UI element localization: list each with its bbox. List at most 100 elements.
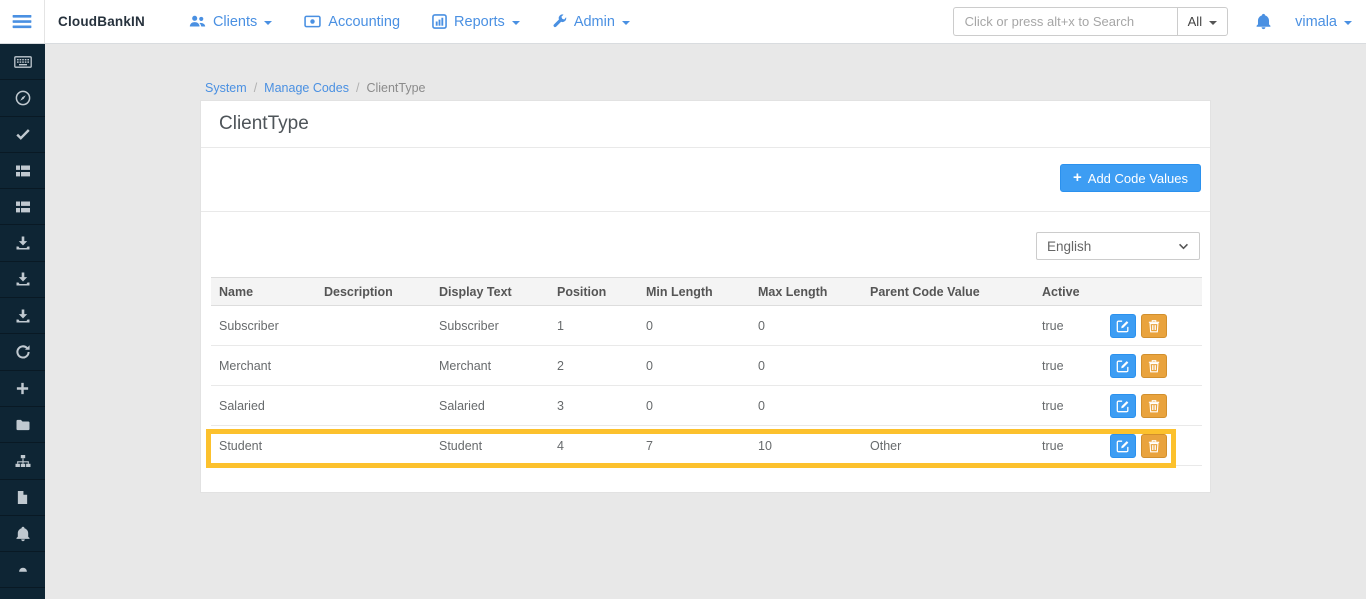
global-search: All [953, 7, 1228, 36]
breadcrumb-separator: / [254, 81, 257, 95]
breadcrumb: System / Manage Codes / ClientType [205, 81, 426, 95]
menu-item-label: Reports [454, 14, 505, 30]
table-cell: true [1034, 386, 1102, 426]
table-cell: Other [862, 426, 1034, 466]
bell-icon [15, 526, 31, 542]
left-sidebar [0, 44, 45, 599]
delete-button[interactable] [1141, 434, 1167, 458]
search-input[interactable] [953, 7, 1177, 36]
column-header-description: Description [316, 278, 431, 306]
table-cell: Subscriber [431, 306, 549, 346]
column-header-parent-code-value: Parent Code Value [862, 278, 1034, 306]
delete-button[interactable] [1141, 394, 1167, 418]
topbar-right: All vimala [953, 0, 1366, 43]
breadcrumb-item-manage-codes[interactable]: Manage Codes [264, 81, 349, 95]
sidebar-item-bell[interactable] [0, 516, 45, 552]
user-partial-icon [16, 566, 30, 573]
sidebar-item-compass[interactable] [0, 80, 45, 116]
menu-item-label: Admin [574, 14, 615, 30]
th-list-icon [15, 200, 31, 214]
breadcrumb-item-system[interactable]: System [205, 81, 247, 95]
column-header-max-length: Max Length [750, 278, 862, 306]
caret-down-icon [1209, 21, 1217, 25]
sidebar-item-th-list[interactable] [0, 153, 45, 189]
table-cell [316, 306, 431, 346]
download-icon [15, 271, 31, 287]
sidebar-item-folder[interactable] [0, 407, 45, 443]
edit-button[interactable] [1110, 314, 1136, 338]
table-cell: 0 [750, 386, 862, 426]
sidebar-item-sitemap[interactable] [0, 443, 45, 479]
table-cell: true [1034, 346, 1102, 386]
table-cell [862, 386, 1034, 426]
edit-button[interactable] [1110, 434, 1136, 458]
table-cell: 0 [638, 306, 750, 346]
sidebar-item-user-partial[interactable] [0, 552, 45, 588]
table-cell: true [1034, 426, 1102, 466]
sidebar-item-check[interactable] [0, 117, 45, 153]
caret-down-icon [1344, 21, 1352, 25]
table-cell: Merchant [211, 346, 316, 386]
users-icon [189, 14, 206, 29]
search-scope-dropdown[interactable]: All [1177, 7, 1228, 36]
main-content: System / Manage Codes / ClientType ClientTyp… [45, 44, 1366, 599]
edit-icon [1116, 319, 1130, 333]
trash-icon [1148, 399, 1160, 413]
page-title: ClientType [219, 113, 309, 135]
sitemap-icon [15, 454, 31, 468]
add-code-values-button[interactable]: + Add Code Values [1060, 164, 1201, 192]
notifications-button[interactable] [1255, 13, 1272, 30]
breadcrumb-separator: / [356, 81, 359, 95]
code-values-table: NameDescriptionDisplay TextPositionMin L… [211, 277, 1202, 466]
sidebar-item-file[interactable] [0, 480, 45, 516]
sidebar-item-download[interactable] [0, 298, 45, 334]
hamburger-menu-button[interactable] [0, 0, 45, 43]
column-header-actions [1102, 278, 1202, 306]
table-cell: 0 [750, 346, 862, 386]
language-select[interactable]: English [1036, 232, 1200, 260]
file-icon [16, 490, 29, 505]
table-cell [862, 306, 1034, 346]
table-cell: Student [431, 426, 549, 466]
delete-button[interactable] [1141, 314, 1167, 338]
top-navbar: CloudBankIN Clients Accounting Reports Admi… [0, 0, 1366, 44]
clienttype-panel: ClientType + Add Code Values English Nam… [200, 100, 1211, 493]
user-menu[interactable]: vimala [1295, 14, 1352, 30]
menu-item-admin[interactable]: Admin [536, 0, 646, 43]
brand-logo[interactable]: CloudBankIN [45, 0, 157, 43]
table-row-highlighted: StudentStudent4710Othertrue [211, 426, 1202, 466]
download-icon [15, 235, 31, 251]
breadcrumb-item-clienttype: ClientType [366, 81, 425, 95]
table-cell-actions [1102, 346, 1202, 386]
main-menu: Clients Accounting Reports Admin [173, 0, 646, 43]
table-cell-actions [1102, 386, 1202, 426]
sidebar-item-download[interactable] [0, 262, 45, 298]
sidebar-item-keyboard[interactable] [0, 44, 45, 80]
table-cell: Student [211, 426, 316, 466]
sidebar-item-th-list[interactable] [0, 189, 45, 225]
table-cell-actions [1102, 306, 1202, 346]
delete-button[interactable] [1141, 354, 1167, 378]
table-cell: 3 [549, 386, 638, 426]
table-cell: 0 [638, 346, 750, 386]
sidebar-item-plus[interactable] [0, 371, 45, 407]
trash-icon [1148, 439, 1160, 453]
edit-button[interactable] [1110, 354, 1136, 378]
table-row: SubscriberSubscriber100true [211, 306, 1202, 346]
compass-icon [15, 90, 31, 106]
edit-button[interactable] [1110, 394, 1136, 418]
menu-item-accounting[interactable]: Accounting [288, 0, 416, 43]
column-header-name: Name [211, 278, 316, 306]
menu-item-label: Accounting [328, 14, 400, 30]
column-header-position: Position [549, 278, 638, 306]
divider [201, 211, 1210, 212]
menu-item-reports[interactable]: Reports [416, 0, 536, 43]
column-header-min-length: Min Length [638, 278, 750, 306]
sidebar-item-refresh[interactable] [0, 334, 45, 370]
th-list-icon [15, 164, 31, 178]
trash-icon [1148, 319, 1160, 333]
chevron-down-icon [1178, 243, 1189, 250]
menu-item-clients[interactable]: Clients [173, 0, 288, 43]
sidebar-item-download[interactable] [0, 225, 45, 261]
table-row: MerchantMerchant200true [211, 346, 1202, 386]
